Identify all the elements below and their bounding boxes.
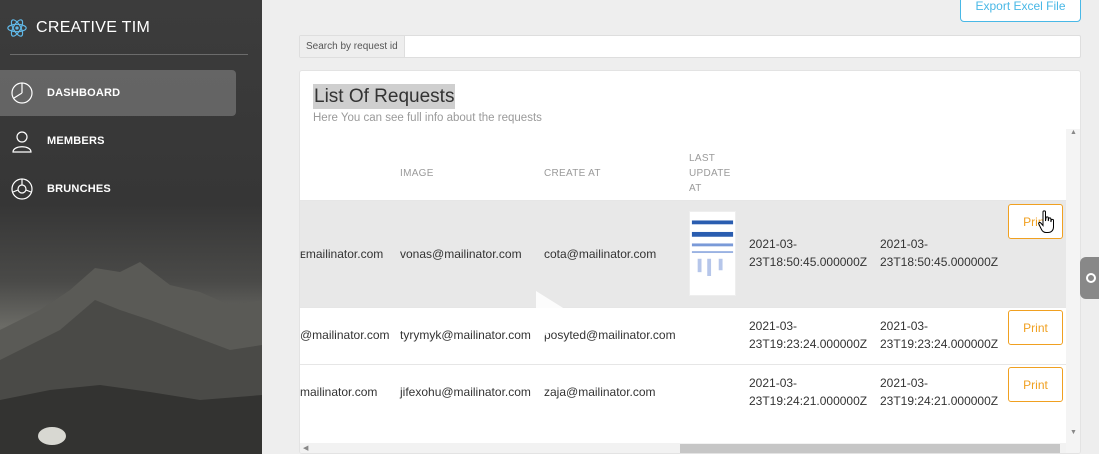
cell-line: 2021-03- [880,376,929,390]
card-subtitle: Here You can see full info about the req… [313,112,542,124]
sidebar-item-label: MEMBERS [47,135,105,147]
hand-cursor-icon [1038,210,1054,233]
column-header-last-update-at: LAST UPDATE AT [689,151,731,196]
vertical-scrollbar[interactable]: ▲ ▼ [1066,129,1080,453]
search-label: Search by request id [300,36,405,57]
sidebar: CREATIVE TIM DASHBOARD MEMBERS BRUNCHES [0,0,262,454]
pie-chart-icon [10,81,34,105]
cell-line: 2021-03- [749,376,798,390]
card-title: List Of Requests [313,84,456,109]
cell-created: 2021-03- 23T19:23:24.000000Z [749,317,867,353]
sidebar-item-brunches[interactable]: BRUNCHES [0,166,236,212]
column-header-create-at: CREATE AT [544,168,601,179]
cell-email: @mailinator.com [300,328,390,342]
cell-line: 23T18:50:45.000000Z [880,255,999,269]
column-header-image: IMAGE [400,168,434,179]
export-excel-button[interactable]: Export Excel File [960,0,1081,22]
cell-line: 2021-03- [880,319,929,333]
react-atom-icon [6,17,28,39]
cell-line: 23T19:23:24.000000Z [749,337,868,351]
sidebar-item-members[interactable]: MEMBERS [0,118,236,164]
sidebar-item-dashboard[interactable]: DASHBOARD [0,70,236,116]
cell-updated: 2021-03- 23T19:24:21.000000Z [880,374,998,410]
header-line: LAST [689,153,716,164]
sidebar-item-label: BRUNCHES [47,183,111,195]
cell-updated: 2021-03- 23T18:50:45.000000Z [880,235,998,271]
user-icon [10,129,34,153]
requests-card: List Of Requests Here You can see full i… [299,70,1081,454]
main-content: Export Excel File Search by request id L… [262,0,1099,454]
header-line: AT [689,183,702,194]
sidebar-background-image [0,262,262,454]
cell-line: 23T19:24:21.000000Z [749,394,868,408]
gear-icon [1086,273,1096,283]
sidebar-item-label: DASHBOARD [47,87,121,99]
cell-line: 23T19:24:21.000000Z [880,394,999,408]
cell-image: jifexohu@mailinator.com [400,385,531,399]
cell-line: 2021-03- [880,237,929,251]
cell-line: 23T19:23:24.000000Z [880,337,999,351]
header-line: UPDATE [689,168,731,179]
horizontal-scrollbar[interactable]: ◀ [300,443,1066,453]
sidebar-nav: DASHBOARD MEMBERS BRUNCHES [0,70,262,214]
print-button[interactable]: Print [1008,367,1063,402]
scroll-up-arrow-icon[interactable]: ▲ [1070,129,1077,136]
cell-line: 2021-03- [749,319,798,333]
video-play-icon[interactable] [534,289,578,343]
cell-created: 2021-03- 23T18:50:45.000000Z [749,235,867,271]
table-row[interactable]: mailinator.com jifexohu@mailinator.com z… [300,364,1066,421]
table-row[interactable]: ᴇmailinator.com vonas@mailinator.com cot… [300,200,1066,307]
settings-tab[interactable] [1080,257,1099,299]
cell-email: ᴇmailinator.com [300,247,384,261]
cell-line: 2021-03- [749,237,798,251]
requests-table: IMAGE CREATE AT LAST UPDATE AT ᴇmailinat… [300,143,1066,443]
search-input[interactable]: Search by request id [299,35,1081,58]
scroll-left-arrow-icon[interactable]: ◀ [303,444,308,452]
horizontal-scrollbar-thumb[interactable] [680,444,1060,453]
cell-create-at: cota@mailinator.com [544,247,657,261]
cell-image: tyrymyk@mailinator.com [400,328,531,342]
brand-name: CREATIVE TIM [36,18,151,36]
cell-line: 23T18:50:45.000000Z [749,255,868,269]
print-button[interactable]: Print [1008,310,1063,345]
table-row[interactable]: @mailinator.com tyrymyk@mailinator.com p… [300,307,1066,364]
brand-divider [10,54,248,55]
cell-create-at: zaja@mailinator.com [544,385,656,399]
cell-email: mailinator.com [300,385,378,399]
globe-icon [10,177,34,201]
cell-updated: 2021-03- 23T19:23:24.000000Z [880,317,998,353]
request-image-thumbnail[interactable] [689,211,736,296]
cell-image: vonas@mailinator.com [400,247,522,261]
brand[interactable]: CREATIVE TIM [0,0,262,55]
scroll-down-arrow-icon[interactable]: ▼ [1070,429,1077,436]
cell-created: 2021-03- 23T19:24:21.000000Z [749,374,867,410]
